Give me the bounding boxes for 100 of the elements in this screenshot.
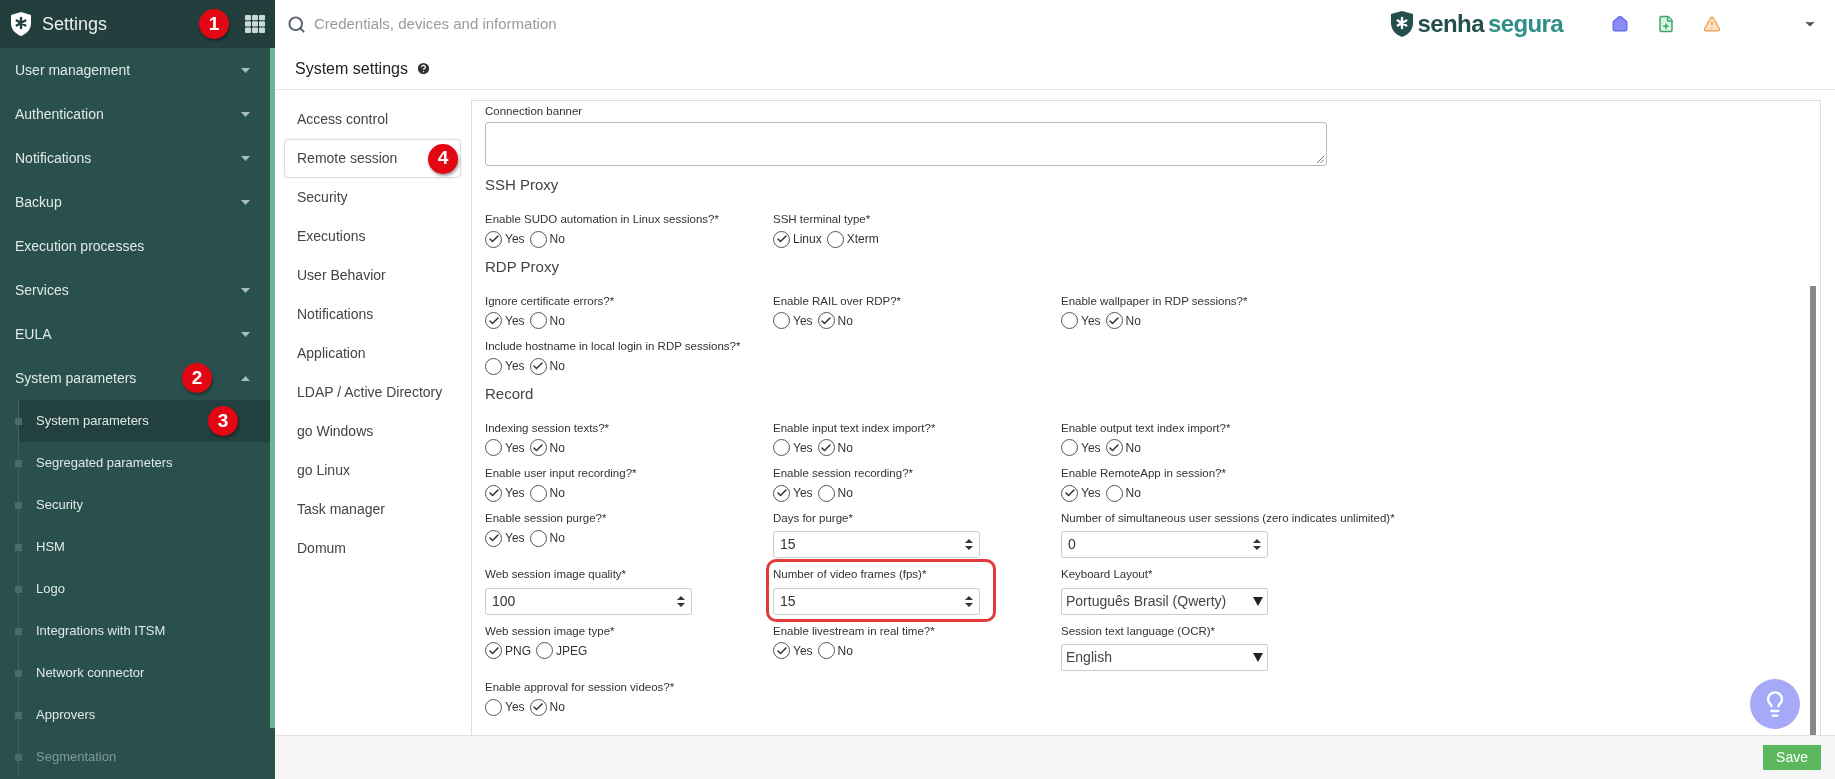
radio-button[interactable] <box>1061 484 1078 502</box>
option-label: Yes <box>505 439 525 457</box>
help-icon[interactable] <box>415 61 431 76</box>
radio-button[interactable] <box>1105 484 1123 502</box>
option-label: Yes <box>1081 312 1101 330</box>
option-label: JPEG <box>556 642 588 660</box>
settings-tab[interactable]: Task manager <box>284 490 461 529</box>
settings-tab[interactable]: go Linux <box>284 451 461 490</box>
option-label: No <box>1125 485 1141 502</box>
sidebar-subitem[interactable]: HSM <box>19 526 270 568</box>
scrollbar[interactable] <box>1810 286 1816 735</box>
settings-tab[interactable]: go Windows <box>284 412 461 451</box>
radio-button[interactable] <box>529 357 547 375</box>
radio-button[interactable] <box>485 642 502 660</box>
radio-button[interactable] <box>1061 439 1078 457</box>
radio-button[interactable] <box>773 230 790 248</box>
settings-tab[interactable]: Executions <box>284 217 461 256</box>
search-field[interactable]: Credentials, devices and information <box>314 12 1382 36</box>
check-icon <box>487 314 500 327</box>
sidebar-subitem[interactable]: Security <box>19 484 270 526</box>
radio-button[interactable] <box>485 357 502 375</box>
option-label: Yes <box>505 358 525 375</box>
radio-button[interactable] <box>529 529 547 547</box>
check-icon <box>775 233 788 245</box>
file-plus-icon[interactable] <box>1657 15 1675 33</box>
sidebar-subitem[interactable]: Network connector <box>19 652 270 694</box>
option-label: No <box>549 358 565 375</box>
caret-icon <box>241 287 250 293</box>
sidebar-item[interactable]: Execution processes <box>0 224 270 268</box>
option-label: Yes <box>505 231 525 248</box>
option-label: Yes <box>505 530 525 548</box>
option-label: No <box>549 231 565 248</box>
settings-tab[interactable]: Security <box>284 178 461 217</box>
radio-button[interactable] <box>485 529 502 547</box>
radio-button[interactable] <box>773 439 790 457</box>
sidebar-item[interactable]: Backup <box>0 180 270 224</box>
field-label: Enable approval for session videos?* <box>485 679 675 695</box>
caret-icon <box>241 67 250 73</box>
radio-button[interactable] <box>1061 312 1078 330</box>
radio-button[interactable] <box>817 642 835 660</box>
radio-button[interactable] <box>485 230 502 248</box>
scrollbar[interactable] <box>270 48 275 728</box>
field-label: Enable session recording?* <box>773 465 913 481</box>
settings-tab[interactable]: LDAP / Active Directory <box>284 373 461 412</box>
number-field[interactable]: 15 <box>773 587 980 615</box>
caret-icon <box>241 199 250 205</box>
radio-button[interactable] <box>485 312 502 330</box>
field-label: Enable RAIL over RDP?* <box>773 293 902 309</box>
dropdown[interactable]: English <box>1061 643 1268 671</box>
radio-button[interactable] <box>485 698 502 716</box>
sidebar-subitem[interactable]: Logo <box>19 568 270 610</box>
number-field[interactable]: 15 <box>773 531 980 559</box>
settings-tab[interactable]: Notifications <box>284 295 461 334</box>
settings-tab[interactable]: User Behavior <box>284 256 461 295</box>
settings-tab[interactable]: Remote session 4 <box>284 139 461 178</box>
home-icon[interactable] <box>1611 15 1629 33</box>
radio-button[interactable] <box>817 439 835 457</box>
option-label: PNG <box>505 642 531 660</box>
dropdown[interactable]: Português Brasil (Qwerty) <box>1061 587 1268 615</box>
field-label: Session text language (OCR)* <box>1061 623 1216 639</box>
radio-button[interactable] <box>773 484 790 502</box>
field-label: Ignore certificate errors?* <box>485 293 615 309</box>
number-field[interactable]: 100 <box>485 587 692 615</box>
settings-tab[interactable]: Application <box>284 334 461 373</box>
number-field[interactable]: 0 <box>1061 531 1268 559</box>
spinner-icon[interactable] <box>1253 538 1261 552</box>
spinner-icon[interactable] <box>965 538 973 552</box>
settings-tab[interactable]: Access control <box>284 100 461 139</box>
radio-button[interactable] <box>1105 439 1123 457</box>
sidebar-subitem[interactable]: Approvers <box>19 694 270 736</box>
radio-button[interactable] <box>529 439 547 457</box>
radio-button[interactable] <box>1105 312 1123 330</box>
radio-button[interactable] <box>536 642 553 660</box>
option-label: Xterm <box>846 231 879 248</box>
radio-button[interactable] <box>529 230 547 248</box>
radio-button[interactable] <box>485 484 502 502</box>
spinner-icon[interactable] <box>677 594 685 608</box>
sidebar-item[interactable]: System parameters 2 <box>0 356 270 400</box>
sidebar-item[interactable]: Services <box>0 268 270 312</box>
option-label: No <box>837 485 853 502</box>
radio-button[interactable] <box>529 312 547 330</box>
sidebar-item[interactable]: EULA <box>0 312 270 356</box>
radio-button[interactable] <box>773 312 790 330</box>
radio-button[interactable] <box>773 642 790 660</box>
radio-button[interactable] <box>485 439 502 457</box>
sidebar-item[interactable]: User management <box>0 48 270 92</box>
radio-button[interactable] <box>826 230 844 248</box>
spinner-icon[interactable] <box>965 594 973 608</box>
app-title: Settings <box>42 12 109 36</box>
radio-button[interactable] <box>529 484 547 502</box>
apps-grid-icon[interactable] <box>245 15 265 33</box>
settings-tab[interactable]: Domum <box>284 529 461 568</box>
option-label: Linux <box>793 231 822 248</box>
radio-button[interactable] <box>817 484 835 502</box>
sidebar-item[interactable]: Authentication <box>0 92 270 136</box>
sidebar-subitem[interactable]: Integrations with ITSM <box>19 610 270 652</box>
radio-button[interactable] <box>817 312 835 330</box>
sidebar-subitem[interactable]: Segregated parameters <box>19 442 270 484</box>
radio-button[interactable] <box>529 698 547 716</box>
sidebar-item[interactable]: Notifications <box>0 136 270 180</box>
